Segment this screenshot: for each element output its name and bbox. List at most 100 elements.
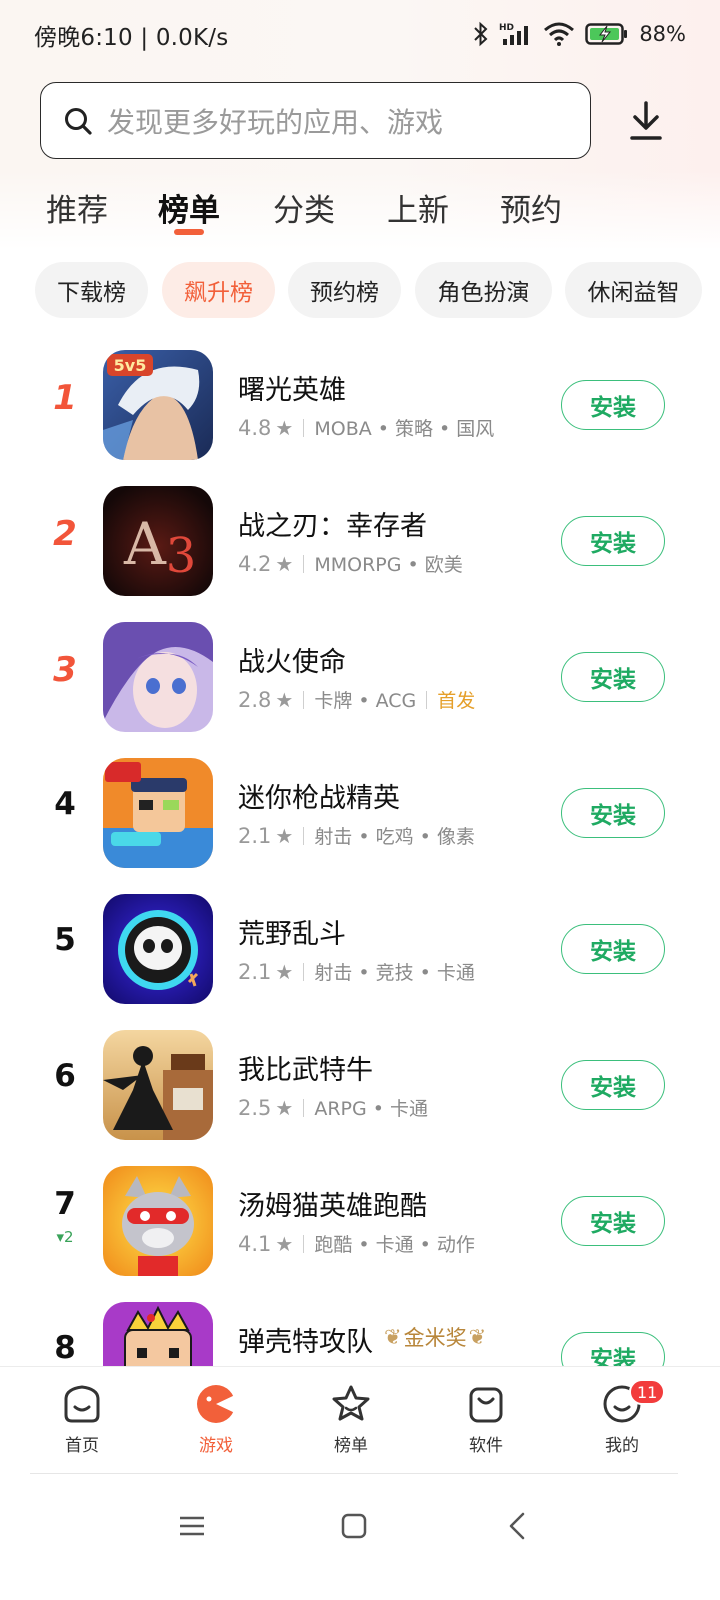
chip-rising-ranking[interactable]: 飙升榜 [162,262,275,318]
hd-signal-icon: HD [499,23,529,45]
app-meta: 2.1 ★ 射击 • 吃鸡 • 像素 [238,822,475,849]
install-button[interactable]: 安装 [561,516,665,566]
app-tags: 射击 • 竞技 • 卡通 [314,962,475,984]
back-icon[interactable] [498,1506,538,1546]
app-name: 迷你枪战精英 [238,783,400,814]
award-label: 金米奖 [403,1326,467,1350]
rank-number: 6 [54,1058,76,1094]
list-item[interactable]: 7 ▾2 汤姆猫英雄跑酷 4.1 ★ 跑酷 • 卡通 • 动作 安装 [0,1156,720,1292]
chip-role-playing[interactable]: 角色扮演 [415,262,552,318]
search-input[interactable]: 发现更多好玩的应用、游戏 [40,82,591,159]
tab-new[interactable]: 上新 [387,185,449,230]
install-button[interactable]: 安装 [561,1060,665,1110]
search-placeholder: 发现更多好玩的应用、游戏 [107,105,444,139]
tab-ranking[interactable]: 榜单 [158,185,220,230]
star-icon: ★ [275,687,294,712]
home-icon [64,1385,100,1423]
battery-charging-icon [585,23,628,45]
nav-label: 榜单 [334,1436,368,1456]
top-tabs: 推荐 榜单 分类 上新 预约 [0,185,720,245]
list-item[interactable]: 4 迷你枪战精英 2.1 ★ 射击 • 吃鸡 • 像素 安装 [0,748,720,884]
list-item[interactable]: 8 弹壳特攻队 ❦ 金米奖 ❦ 安装 [0,1292,720,1366]
svg-text:5v5: 5v5 [114,356,147,375]
app-icon-zhanhuo [103,622,213,732]
star-ranking-icon [332,1385,370,1421]
app-meta: 4.2 ★ MMORPG • 欧美 [238,550,463,577]
install-button[interactable]: 安装 [561,1332,665,1366]
tab-active-indicator [174,229,204,235]
rank-number: 2 [53,514,77,554]
games-icon [197,1385,235,1423]
tab-reserve[interactable]: 预约 [500,185,562,230]
app-name: 汤姆猫英雄跑酷 [238,1191,427,1222]
app-name: 弹壳特攻队 [238,1327,373,1358]
battery-percentage: 88% [639,22,686,46]
list-item[interactable]: 6 我比武特牛 2.5 ★ ARPG • 卡通 安装 [0,1020,720,1156]
nav-games[interactable]: 游戏 [171,1375,261,1465]
star-icon: ★ [275,551,294,576]
home-square-icon[interactable] [334,1506,374,1546]
system-navigation-bar [0,1474,720,1600]
rank-number: 1 [53,378,77,418]
app-name: 战火使命 [238,647,346,678]
app-name: 战之刃：幸存者 [238,511,427,542]
download-icon[interactable] [626,100,666,142]
nav-software[interactable]: 软件 [441,1375,531,1465]
rank-change-down: ▾2 [56,1228,74,1246]
menu-icon[interactable] [172,1506,212,1546]
star-icon: ★ [275,1095,294,1120]
nav-label: 游戏 [199,1436,233,1456]
app-icon-shuguang: 5v5 [103,350,213,460]
meta-divider [303,554,305,573]
meta-divider [303,1234,305,1253]
star-icon: ★ [275,415,294,440]
app-meta: 4.8 ★ MOBA • 策略 • 国风 [238,414,494,441]
install-button[interactable]: 安装 [561,788,665,838]
app-rating: 4.8 [238,415,272,440]
nav-ranking[interactable]: 榜单 [306,1375,396,1465]
list-item[interactable]: 1 5v5 曙光英雄 4.8 ★ MOBA • 策略 • 国风 安装 [0,340,720,476]
chip-reserve-ranking[interactable]: 预约榜 [288,262,401,318]
app-rating: 2.5 [238,1095,272,1120]
nav-label: 我的 [605,1436,639,1456]
app-icon-survivor [103,1302,213,1366]
list-item[interactable]: 2 A 3 战之刃：幸存者 4.2 ★ MMORPG • 欧美 安装 [0,476,720,612]
app-name: 曙光英雄 [238,375,346,406]
install-button[interactable]: 安装 [561,652,665,702]
search-icon [65,107,92,135]
ranking-filter-chips: 下载榜 飙升榜 预约榜 角色扮演 休闲益智 [35,262,720,318]
bluetooth-icon [474,21,488,47]
tab-recommend[interactable]: 推荐 [46,185,108,230]
app-icon-talking-tom [103,1166,213,1276]
list-item[interactable]: 5 荒野乱斗 2.1 ★ 射击 • 竞技 • 卡通 安装 [0,884,720,1020]
bottom-navigation: 首页 游戏 榜单 软件 我的 11 [0,1366,720,1473]
wifi-icon [544,22,575,46]
app-rating: 2.1 [238,823,272,848]
app-icon-mini-gunfight [103,758,213,868]
status-bar: 傍晚6:10 | 0.0K/s HD 88% [0,0,720,70]
status-icons: HD 88% [473,18,686,50]
app-tags: MOBA • 策略 • 国风 [314,418,495,440]
star-icon: ★ [275,823,294,848]
install-button[interactable]: 安装 [561,924,665,974]
nav-home[interactable]: 首页 [37,1375,127,1465]
status-time-speed: 傍晚6:10 | 0.0K/s [34,25,229,51]
meta-divider [303,418,305,437]
list-item[interactable]: 3 战火使命 2.8 ★ 卡牌 • ACG 首发 安装 [0,612,720,748]
app-icon-wubi [103,1030,213,1140]
install-button[interactable]: 安装 [561,1196,665,1246]
meta-divider [303,826,305,845]
app-tags: ARPG • 卡通 [314,1098,429,1120]
rank-number: 3 [53,650,77,690]
meta-divider [426,690,428,709]
meta-divider [303,962,305,981]
tab-category[interactable]: 分类 [273,185,335,230]
app-meta: 2.8 ★ 卡牌 • ACG 首发 [238,686,475,713]
chip-download-ranking[interactable]: 下载榜 [35,262,148,318]
install-button[interactable]: 安装 [561,380,665,430]
app-tags: MMORPG • 欧美 [314,554,463,576]
chip-casual-puzzle[interactable]: 休闲益智 [565,262,702,318]
app-icon-a3: A 3 [103,486,213,596]
app-meta: 2.5 ★ ARPG • 卡通 [238,1094,428,1121]
nav-profile[interactable]: 我的 11 [577,1375,667,1465]
